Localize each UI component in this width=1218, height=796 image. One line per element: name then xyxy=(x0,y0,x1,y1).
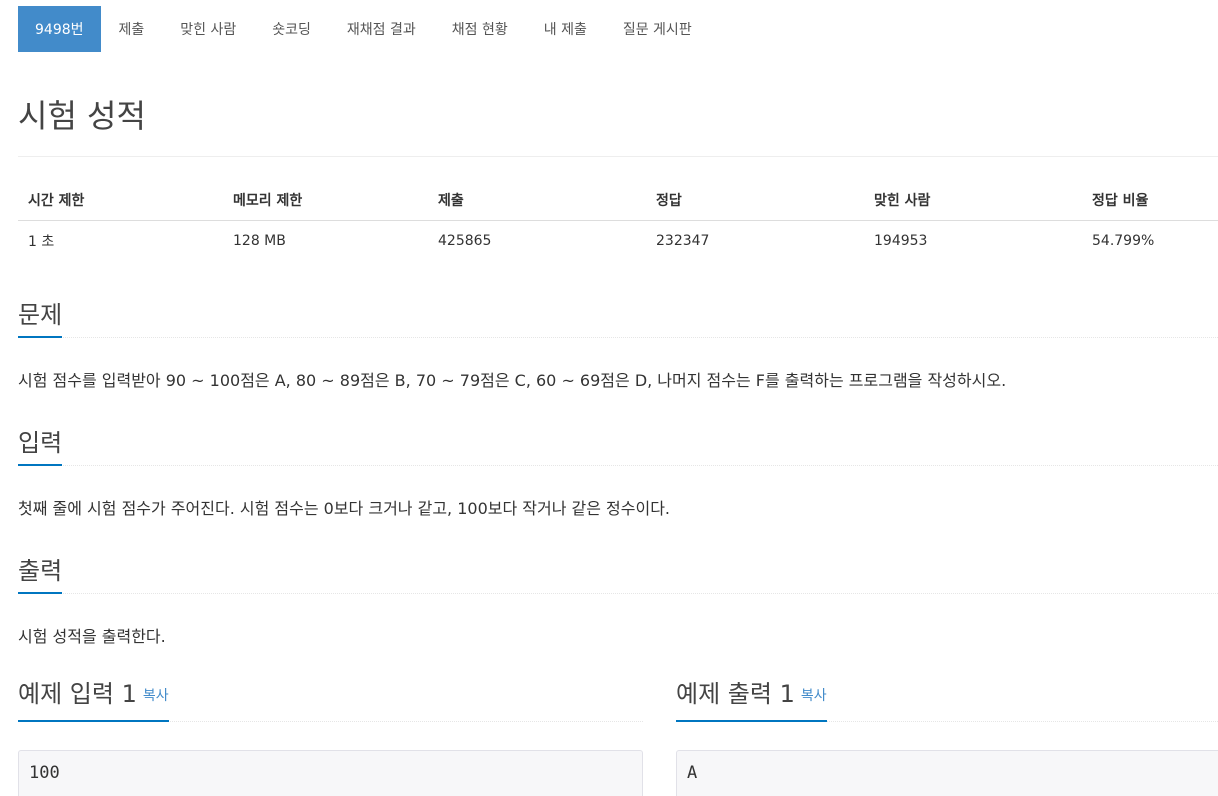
problem-info-table: 시간 제한 메모리 제한 제출 정답 맞힌 사람 정답 비율 1 초 128 M… xyxy=(18,180,1218,261)
header-accept-ratio: 정답 비율 xyxy=(1082,180,1218,221)
sample-input-header: 예제 입력 1 복사 xyxy=(18,674,643,722)
sample-input-title: 예제 입력 1 복사 xyxy=(18,674,169,722)
table-header-row: 시간 제한 메모리 제한 제출 정답 맞힌 사람 정답 비율 xyxy=(18,180,1218,221)
tab-short-coding[interactable]: 숏코딩 xyxy=(254,6,329,52)
header-solved-users: 맞힌 사람 xyxy=(864,180,1082,221)
sample-output-header: 예제 출력 1 복사 xyxy=(676,674,1218,722)
table-row: 1 초 128 MB 425865 232347 194953 54.799% xyxy=(18,221,1218,262)
title-divider xyxy=(18,156,1218,157)
page-title: 시험 성적 xyxy=(18,97,146,135)
copy-sample-output-button[interactable]: 복사 xyxy=(801,688,827,704)
sample-output-title-text: 예제 출력 1 xyxy=(676,680,795,708)
value-accept-ratio: 54.799% xyxy=(1092,233,1155,249)
problem-page: 9498번 제출 맞힌 사람 숏코딩 재채점 결과 채점 현황 내 제출 질문 … xyxy=(0,0,1218,796)
output-section-title: 출력 xyxy=(18,552,63,594)
sample-input-title-text: 예제 입력 1 xyxy=(18,680,137,708)
output-description: 시험 성적을 출력한다. xyxy=(18,627,166,646)
value-solved-users: 194953 xyxy=(874,233,928,249)
sample-output-box[interactable]: A xyxy=(676,750,1218,796)
tab-submit[interactable]: 제출 xyxy=(101,6,163,52)
sample-input-block: 예제 입력 1 복사 100 xyxy=(18,674,643,796)
problem-description: 시험 점수를 입력받아 90 ~ 100점은 A, 80 ~ 89점은 B, 7… xyxy=(18,371,1007,390)
tab-problem[interactable]: 9498번 xyxy=(18,6,101,52)
value-memory-limit: 128 MB xyxy=(233,233,286,249)
tab-question-board[interactable]: 질문 게시판 xyxy=(605,6,710,52)
value-time-limit: 1 초 xyxy=(28,234,55,250)
tab-rejudge-results[interactable]: 재채점 결과 xyxy=(329,6,434,52)
value-accepted: 232347 xyxy=(656,233,710,249)
header-accepted: 정답 xyxy=(646,180,864,221)
input-section-title: 입력 xyxy=(18,424,63,466)
header-submissions: 제출 xyxy=(428,180,646,221)
tab-judge-status[interactable]: 채점 현황 xyxy=(434,6,526,52)
copy-sample-input-button[interactable]: 복사 xyxy=(143,688,169,704)
problem-section-header: 문제 xyxy=(18,296,1218,338)
sample-input-box[interactable]: 100 xyxy=(18,750,643,796)
output-section-header: 출력 xyxy=(18,552,1218,594)
problem-section-title: 문제 xyxy=(18,296,63,338)
input-section-header: 입력 xyxy=(18,424,1218,466)
tab-my-submissions[interactable]: 내 제출 xyxy=(526,6,605,52)
sample-output-block: 예제 출력 1 복사 A xyxy=(676,674,1218,796)
header-memory-limit: 메모리 제한 xyxy=(223,180,428,221)
problem-nav: 9498번 제출 맞힌 사람 숏코딩 재채점 결과 채점 현황 내 제출 질문 … xyxy=(18,6,710,52)
sample-output-title: 예제 출력 1 복사 xyxy=(676,674,827,722)
header-time-limit: 시간 제한 xyxy=(18,180,223,221)
tab-solved-users[interactable]: 맞힌 사람 xyxy=(162,6,254,52)
input-description: 첫째 줄에 시험 점수가 주어진다. 시험 점수는 0보다 크거나 같고, 10… xyxy=(18,499,671,518)
value-submissions: 425865 xyxy=(438,233,492,249)
